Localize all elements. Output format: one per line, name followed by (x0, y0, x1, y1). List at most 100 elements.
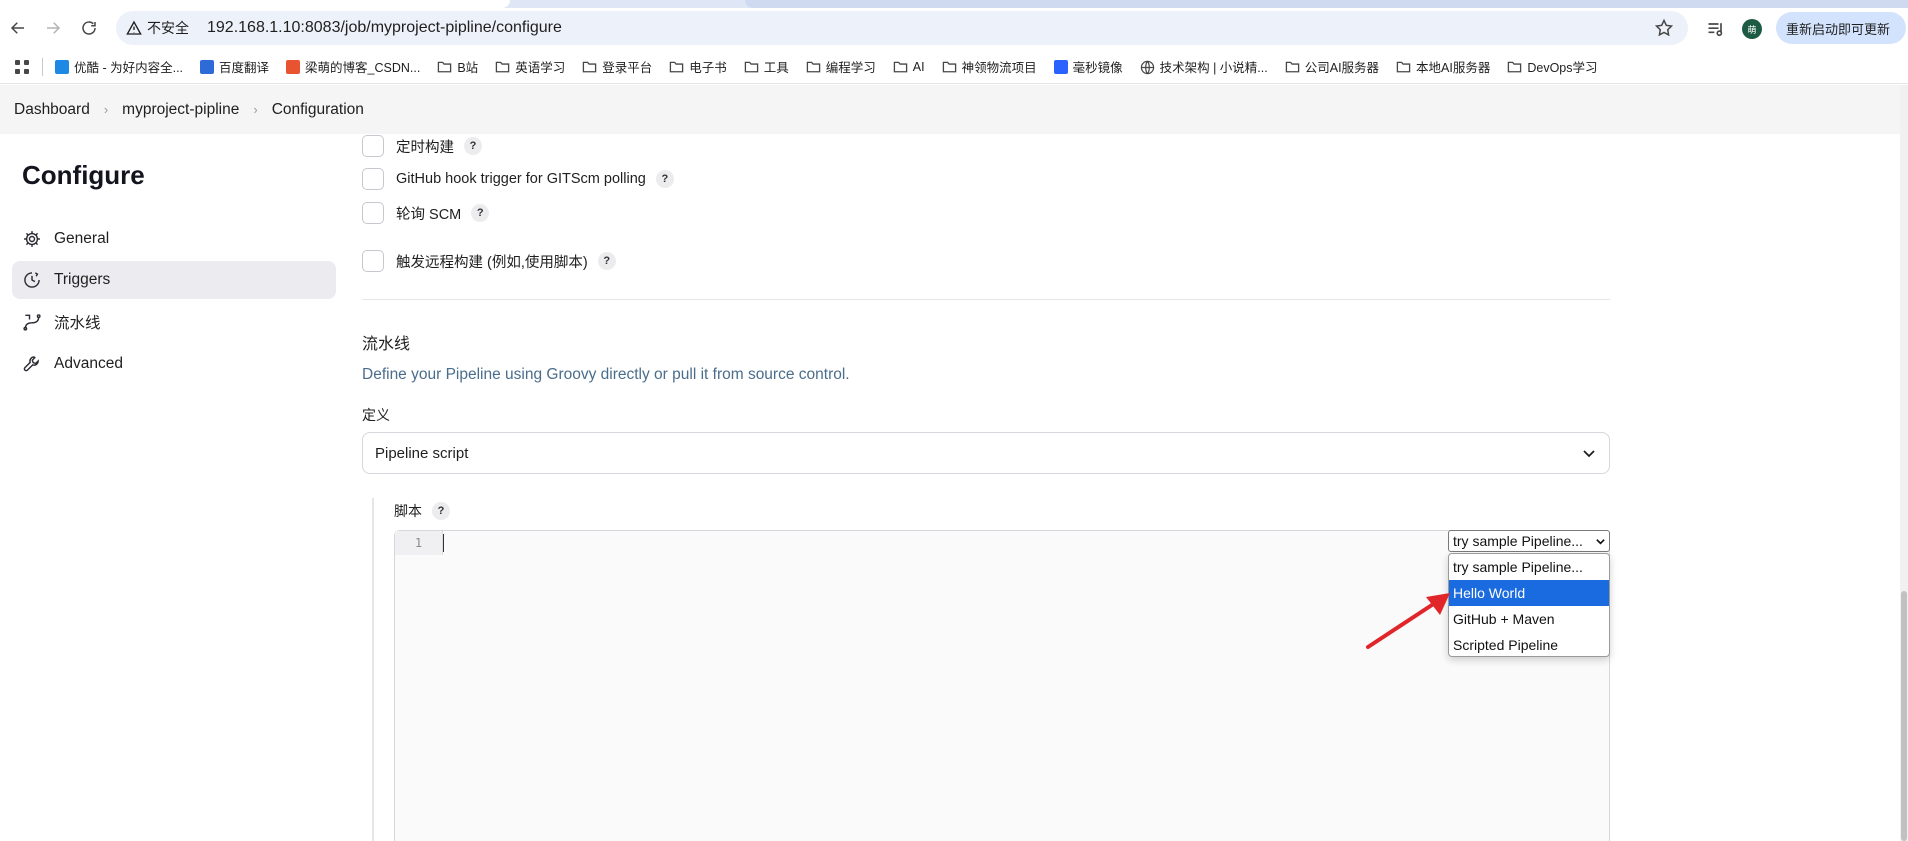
help-icon[interactable]: ? (471, 204, 490, 222)
script-editor[interactable]: 1 (394, 530, 1610, 841)
dropdown-option-highlighted[interactable]: Hello World (1449, 580, 1609, 606)
chevron-right-icon: › (103, 102, 109, 117)
help-icon[interactable]: ? (655, 170, 674, 188)
bookmark-item[interactable]: 英语学习 (495, 57, 565, 76)
help-icon[interactable]: ? (597, 252, 616, 270)
trigger-label: GitHub hook trigger for GITScm polling (396, 171, 646, 187)
bookmark-label: 工具 (763, 61, 789, 75)
folder-icon (582, 60, 597, 73)
bookmark-list: 优酷 - 为好内容全... 百度翻译 梁萌的博客_CSDN... B站 英语学习 登录平台… (55, 57, 1615, 76)
bookmark-item[interactable]: 百度翻译 (200, 57, 269, 76)
folder-icon (1285, 60, 1300, 73)
text-cursor (443, 534, 444, 552)
back-button[interactable] (3, 13, 33, 43)
dropdown-option[interactable]: try sample Pipeline... (1449, 554, 1609, 580)
bookmark-item[interactable]: B站 (437, 57, 478, 76)
bookmark-item[interactable]: 电子书 (669, 57, 727, 76)
bookmark-label: 毫秒镜像 (1072, 61, 1123, 75)
bookmark-item[interactable]: 本地AI服务器 (1396, 57, 1490, 76)
bookmark-item[interactable]: 技术架构 | 小说精... (1140, 57, 1268, 76)
bookmark-label: 神领物流项目 (961, 61, 1037, 75)
browser-tab-active[interactable] (0, 0, 510, 8)
folder-icon (806, 60, 821, 73)
address-bar[interactable]: 不安全 192.168.1.10:8083/job/myproject-pipl… (116, 11, 1688, 45)
bookmark-label: 电子书 (689, 61, 727, 75)
script-label: 脚本 (394, 503, 422, 519)
bookmark-item[interactable]: 毫秒镜像 (1053, 57, 1123, 76)
arrow-right-icon (47, 22, 61, 34)
sample-select-value: try sample Pipeline... (1453, 533, 1583, 549)
sidebar-item-triggers[interactable]: Triggers (12, 261, 336, 299)
scrollbar-thumb[interactable] (1901, 591, 1907, 841)
update-button[interactable]: 重新启动即可更新 (1776, 12, 1906, 44)
bookmark-label: 公司AI服务器 (1304, 61, 1380, 75)
breadcrumb-project[interactable]: myproject-pipline (122, 101, 239, 119)
bookmark-item[interactable]: 工具 (744, 57, 789, 76)
poll-scm-checkbox[interactable] (362, 202, 384, 224)
remote-build-checkbox[interactable] (362, 250, 384, 272)
bookmark-item[interactable]: 梁萌的博客_CSDN... (286, 57, 420, 76)
browser-tab-next[interactable] (745, 0, 1908, 8)
bookmark-label: DevOps学习 (1527, 61, 1598, 75)
sidebar-item-label: General (54, 230, 110, 247)
bookmark-label: AI (912, 59, 925, 74)
trigger-poll-scm: 轮询 SCM ? (362, 202, 490, 224)
page-scrollbar[interactable] (1900, 85, 1908, 841)
line-number: 1 (395, 531, 443, 555)
bookmark-item[interactable]: 神领物流项目 (942, 57, 1037, 76)
arrow-left-icon (10, 22, 24, 34)
breadcrumb-dashboard[interactable]: Dashboard (14, 101, 90, 119)
trigger-label: 定时构建 (396, 139, 454, 156)
bookmark-item[interactable]: 编程学习 (806, 57, 876, 76)
bookmark-label: 百度翻译 (219, 61, 270, 75)
bookmark-label: 梁萌的博客_CSDN... (305, 61, 421, 75)
sample-pipeline-dropdown: try sample Pipeline... Hello World GitHu… (1448, 553, 1610, 657)
bookmarks-bar: 优酷 - 为好内容全... 百度翻译 梁萌的博客_CSDN... B站 英语学习 登录平台… (0, 50, 1908, 84)
media-control-icon[interactable] (1706, 19, 1726, 39)
pipeline-section-title: 流水线 (362, 336, 411, 353)
sidebar-item-advanced[interactable]: Advanced (12, 345, 336, 383)
script-label-row: 脚本 ? (394, 501, 450, 521)
bookmark-item[interactable]: 登录平台 (582, 57, 652, 76)
folder-icon (893, 60, 908, 73)
help-icon[interactable]: ? (432, 502, 450, 520)
trigger-remote-build: 触发远程构建 (例如,使用脚本) ? (362, 250, 616, 272)
csdn-icon (286, 59, 301, 74)
sidebar-item-general[interactable]: General (12, 220, 336, 258)
youku-icon (55, 59, 69, 74)
bookmark-item[interactable]: 优酷 - 为好内容全... (55, 57, 183, 76)
definition-select-value: Pipeline script (375, 444, 469, 462)
build-periodically-checkbox[interactable] (362, 135, 384, 157)
sidebar-item-label: 流水线 (54, 315, 101, 332)
folder-icon (1396, 60, 1411, 73)
chevron-down-icon (1583, 450, 1595, 458)
security-indicator[interactable]: 不安全 (126, 18, 189, 38)
bookmark-item[interactable]: DevOps学习 (1507, 57, 1598, 76)
github-hook-checkbox[interactable] (362, 168, 384, 190)
reload-button[interactable] (74, 13, 104, 43)
sidebar-item-label: Triggers (54, 271, 111, 288)
sidebar-item-pipeline[interactable]: 流水线 (12, 303, 336, 341)
forward-button[interactable] (38, 13, 68, 43)
star-icon[interactable] (1654, 18, 1674, 38)
reload-icon (82, 21, 96, 35)
dropdown-option[interactable]: GitHub + Maven (1449, 606, 1609, 632)
chevron-right-icon: › (253, 102, 258, 117)
bookmark-label: 技术架构 | 小说精... (1159, 61, 1268, 75)
globe-icon (1140, 60, 1155, 75)
sample-pipeline-select[interactable]: try sample Pipeline... (1448, 530, 1610, 552)
trigger-label: 轮询 SCM (396, 206, 462, 223)
help-icon[interactable]: ? (464, 137, 482, 155)
bookmark-item[interactable]: AI (893, 60, 925, 74)
bookmark-item[interactable]: 公司AI服务器 (1285, 57, 1379, 76)
folder-icon (1507, 60, 1522, 73)
dropdown-option[interactable]: Scripted Pipeline (1449, 632, 1609, 656)
apps-grid-icon[interactable] (14, 59, 30, 75)
definition-select[interactable]: Pipeline script (362, 432, 1610, 474)
url-text[interactable]: 192.168.1.10:8083/job/myproject-pipline/… (207, 19, 562, 37)
sidebar-item-label: Advanced (54, 355, 123, 372)
breadcrumb-configuration[interactable]: Configuration (272, 101, 364, 119)
browser-tab-strip (0, 0, 1908, 8)
profile-avatar[interactable]: 萌 (1742, 19, 1762, 39)
trigger-github-hook: GitHub hook trigger for GITScm polling ? (362, 168, 674, 190)
